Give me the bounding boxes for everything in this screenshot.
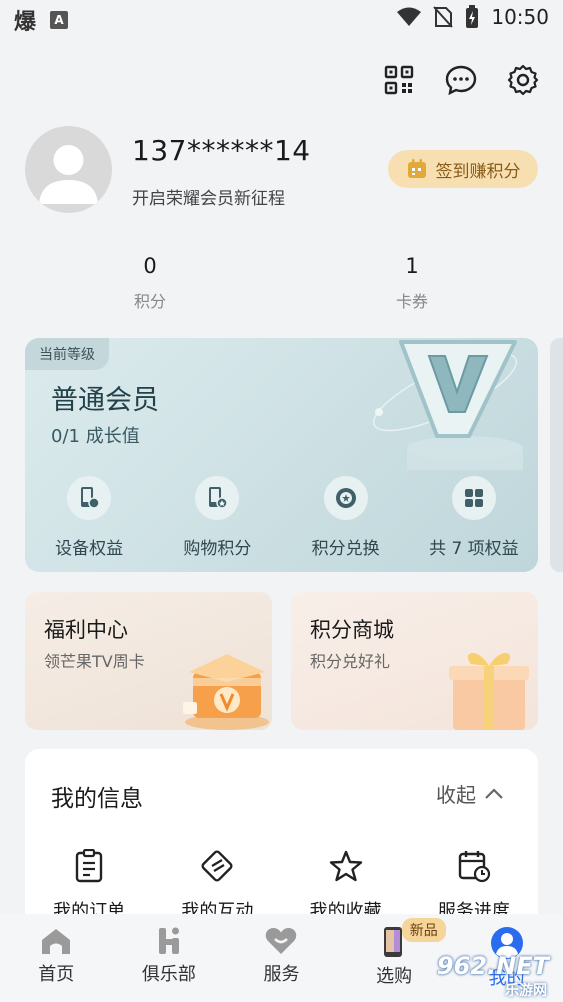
tab-service-label: 服务 [263, 964, 300, 985]
tab-club[interactable]: 俱乐部 [113, 914, 226, 1002]
growth-value: 0/1 成长值 [51, 426, 140, 447]
collapse-label: 收起 [436, 783, 476, 807]
tab-home-label: 首页 [38, 964, 75, 985]
shopping-points-icon [195, 476, 240, 520]
points-mall-card[interactable]: 积分商城 积分兑好礼 [291, 592, 538, 730]
calendar-clock-icon [458, 851, 490, 883]
app-notification-icon: 爆 [14, 10, 37, 35]
benefit-shopping-points-label: 购物积分 [183, 539, 252, 559]
a-notification-icon: A [50, 11, 69, 29]
points-exchange-icon [323, 476, 368, 520]
treasure-box-icon [183, 654, 269, 730]
coupons-stat[interactable]: 1 卡券 [342, 254, 482, 312]
benefit-shopping-points[interactable]: 购物积分 [153, 476, 281, 559]
level-name: 普通会员 [51, 385, 159, 416]
home-icon [42, 929, 71, 954]
username: 137******14 [132, 134, 311, 167]
points-label: 积分 [133, 292, 166, 311]
membership-card[interactable]: 当前等级 普通会员 0/1 成长值 设备权益 购物积分 积分兑换 共 7 项权益 [25, 338, 538, 572]
benefit-all[interactable]: 共 7 项权益 [410, 476, 538, 559]
signin-earn-points-button[interactable]: 签到赚积分 [388, 150, 538, 188]
points-value: 0 [143, 254, 157, 278]
coupons-value: 1 [405, 254, 419, 278]
benefit-points-exchange[interactable]: 积分兑换 [282, 476, 410, 559]
welfare-center-card[interactable]: 福利中心 领芒果TV周卡 [25, 592, 272, 730]
v-badge-icon [372, 340, 523, 470]
grid-icon [451, 476, 496, 520]
points-stat[interactable]: 0 积分 [80, 254, 220, 312]
gift-box-icon [449, 652, 529, 730]
clock: 10:50 [491, 5, 549, 29]
calendar-icon [407, 159, 426, 178]
chevron-up-icon [485, 787, 503, 799]
mall-subtitle: 积分兑好礼 [310, 652, 391, 671]
my-favorites[interactable]: 我的收藏 [282, 849, 410, 923]
tab-service[interactable]: 服务 [225, 914, 338, 1002]
current-level-tag: 当前等级 [25, 338, 109, 370]
order-icon [75, 849, 103, 883]
tab-club-label: 俱乐部 [141, 964, 196, 985]
new-product-badge: 新品 [401, 918, 446, 942]
benefit-device[interactable]: 设备权益 [25, 476, 153, 559]
my-info-title: 我的信息 [51, 786, 143, 812]
profile-subtitle: 开启荣耀会员新征程 [132, 189, 285, 209]
avatar[interactable] [25, 126, 112, 213]
qr-code-icon[interactable] [383, 64, 415, 96]
mall-title: 积分商城 [310, 618, 394, 642]
benefit-device-label: 设备权益 [55, 539, 124, 559]
watermark-subtext: 乐游网 [505, 983, 547, 999]
header-actions [383, 64, 539, 96]
benefit-all-label: 共 7 项权益 [429, 539, 519, 559]
next-level-card-peek[interactable] [550, 338, 563, 572]
interaction-icon [201, 850, 233, 882]
device-icon [67, 476, 112, 520]
watermark-text: 962.NET [436, 952, 549, 980]
my-orders[interactable]: 我的订单 [25, 849, 153, 923]
watermark: 962.NET 乐游网 [407, 948, 557, 1000]
wifi-icon [397, 7, 422, 26]
welfare-title: 福利中心 [44, 618, 128, 642]
battery-charging-icon [466, 5, 479, 28]
settings-icon[interactable] [507, 64, 539, 96]
message-icon[interactable] [445, 64, 477, 96]
signin-label: 签到赚积分 [435, 161, 521, 182]
welfare-subtitle: 领芒果TV周卡 [44, 652, 145, 671]
star-icon [329, 850, 362, 882]
coupons-label: 卡券 [395, 292, 428, 311]
benefit-points-exchange-label: 积分兑换 [311, 539, 380, 559]
heart-icon [266, 928, 297, 954]
service-progress[interactable]: 服务进度 [410, 849, 538, 923]
collapse-button[interactable]: 收起 [436, 779, 504, 808]
tab-home[interactable]: 首页 [0, 914, 113, 1002]
my-info-items: 我的订单 我的互动 我的收藏 服务进度 [25, 849, 538, 923]
club-icon [158, 927, 179, 954]
status-bar: 爆 A 10:50 [0, 0, 563, 40]
no-sim-icon [433, 6, 454, 28]
benefits-row: 设备权益 购物积分 积分兑换 共 7 项权益 [25, 476, 538, 559]
my-interactions[interactable]: 我的互动 [153, 849, 281, 923]
